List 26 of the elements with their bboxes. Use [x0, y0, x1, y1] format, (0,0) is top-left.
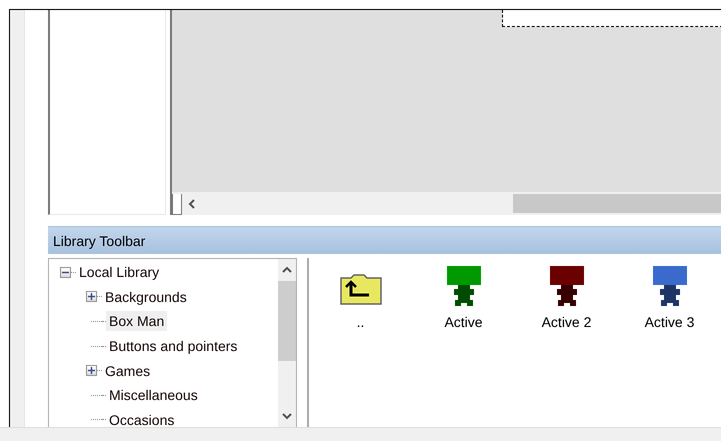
- expand-icon[interactable]: [86, 291, 97, 302]
- tree-item[interactable]: Backgrounds: [102, 286, 190, 307]
- scroll-down-icon[interactable]: [282, 412, 292, 420]
- item-label[interactable]: Active 3: [644, 314, 694, 330]
- tree-item[interactable]: Miscellaneous: [106, 385, 201, 406]
- tree-item[interactable]: Games: [102, 360, 154, 381]
- vertical-scrollbar[interactable]: [278, 259, 296, 427]
- horizontal-scrollbar[interactable]: [172, 192, 721, 215]
- tree-item[interactable]: Box Man: [106, 311, 168, 332]
- item-label[interactable]: Active 2: [542, 314, 592, 330]
- item-label[interactable]: Active: [444, 314, 483, 330]
- figure-icon: [548, 266, 584, 306]
- scroll-up-icon[interactable]: [282, 266, 292, 274]
- splitter-handle[interactable]: [172, 194, 182, 215]
- item-label[interactable]: ..: [356, 314, 364, 330]
- tree-item[interactable]: Buttons and pointers: [106, 336, 240, 356]
- figure-icon: [446, 266, 482, 306]
- figure-icon: [652, 266, 688, 306]
- scroll-left-icon[interactable]: [188, 198, 196, 208]
- scroll-thumb[interactable]: [278, 281, 296, 361]
- scroll-thumb[interactable]: [513, 194, 721, 213]
- toolbar-title: Library Toolbar: [48, 226, 721, 254]
- expand-icon[interactable]: [86, 365, 97, 376]
- collapse-icon[interactable]: [60, 266, 71, 278]
- tree-item[interactable]: Local Library: [76, 262, 162, 282]
- tree-item[interactable]: Occasions: [106, 410, 178, 430]
